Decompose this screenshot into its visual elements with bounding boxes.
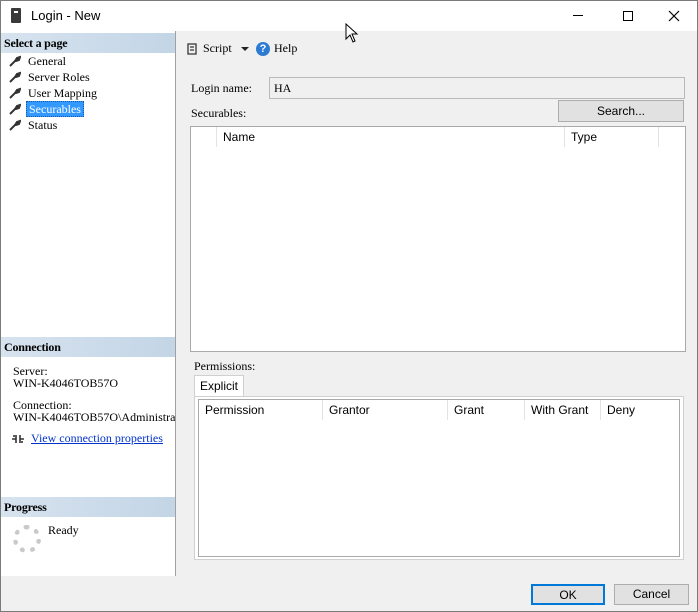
nav-item-label: Server Roles bbox=[28, 70, 90, 84]
nav-item-status[interactable]: Status bbox=[9, 117, 99, 133]
nav-item-label: User Mapping bbox=[28, 86, 97, 100]
column-header-with-grant[interactable]: With Grant bbox=[525, 400, 601, 420]
select-page-header: Select a page bbox=[1, 33, 175, 53]
window-title: Login - New bbox=[31, 8, 101, 23]
connection-header: Connection bbox=[1, 337, 175, 357]
close-button[interactable] bbox=[651, 1, 697, 31]
minimize-icon bbox=[573, 15, 583, 17]
tab-explicit[interactable]: Explicit bbox=[194, 375, 244, 397]
nav-item-server-roles[interactable]: Server Roles bbox=[9, 69, 99, 85]
login-name-field[interactable]: HA bbox=[269, 77, 685, 99]
wrench-icon bbox=[9, 119, 21, 131]
wrench-icon bbox=[9, 71, 21, 83]
nav-item-label: Securables bbox=[26, 101, 84, 117]
permissions-panel: Permission Grantor Grant With Grant Deny bbox=[194, 396, 684, 560]
help-icon: ? bbox=[256, 41, 270, 56]
securables-grid[interactable]: Name Type bbox=[190, 126, 686, 352]
server-value: WIN-K4046TOB57O bbox=[13, 376, 119, 390]
search-button[interactable]: Search... bbox=[558, 100, 684, 122]
progress-header: Progress bbox=[1, 497, 175, 517]
permissions-label: Permissions: bbox=[194, 359, 256, 373]
help-label: Help bbox=[274, 41, 298, 55]
wrench-icon bbox=[9, 55, 21, 67]
wrench-icon bbox=[9, 103, 21, 115]
connection-plug-icon bbox=[12, 434, 24, 443]
nav-item-general[interactable]: General bbox=[9, 53, 99, 69]
column-header-grantor[interactable]: Grantor bbox=[323, 400, 448, 420]
column-header-permission[interactable]: Permission bbox=[199, 400, 323, 420]
nav-item-label: Status bbox=[28, 118, 58, 132]
progress-spinner-icon bbox=[13, 525, 41, 553]
securables-label: Securables: bbox=[191, 106, 247, 120]
dialog-button-bar: OK Cancel bbox=[1, 576, 697, 611]
connection-label: Connection: bbox=[13, 398, 72, 412]
wrench-icon bbox=[9, 87, 21, 99]
connection-value: WIN-K4046TOB57O\Administrato bbox=[13, 411, 175, 423]
ok-button[interactable]: OK bbox=[531, 584, 605, 605]
nav-item-securables[interactable]: Securables bbox=[9, 101, 99, 117]
view-connection-properties-link[interactable]: View connection properties bbox=[31, 431, 163, 446]
login-name-label: Login name: bbox=[191, 81, 252, 95]
left-pane: Select a page General Server Roles User … bbox=[1, 31, 176, 576]
nav-item-user-mapping[interactable]: User Mapping bbox=[9, 85, 99, 101]
script-button[interactable]: Script bbox=[185, 41, 250, 56]
view-connection-properties-row[interactable]: View connection properties bbox=[11, 431, 163, 446]
help-button[interactable]: ? Help bbox=[256, 41, 297, 56]
toolbar: Script ? Help bbox=[177, 31, 697, 65]
permissions-grid[interactable]: Permission Grantor Grant With Grant Deny bbox=[198, 399, 680, 557]
script-icon bbox=[187, 42, 197, 55]
cancel-button[interactable]: Cancel bbox=[614, 584, 689, 605]
script-label: Script bbox=[203, 41, 232, 55]
column-header-deny[interactable]: Deny bbox=[601, 400, 681, 420]
column-header-grant[interactable]: Grant bbox=[448, 400, 525, 420]
nav-item-label: General bbox=[28, 54, 66, 68]
grid-row-header bbox=[191, 127, 217, 147]
column-header-name[interactable]: Name bbox=[217, 127, 565, 147]
maximize-icon bbox=[623, 10, 633, 21]
login-new-dialog: Login - New Select a page General Server… bbox=[0, 0, 698, 612]
close-icon bbox=[668, 10, 680, 22]
minimize-button[interactable] bbox=[555, 1, 601, 31]
app-icon bbox=[11, 8, 21, 23]
chevron-down-icon[interactable] bbox=[240, 45, 250, 53]
page-list: General Server Roles User Mapping Secura… bbox=[9, 53, 99, 133]
maximize-button[interactable] bbox=[605, 1, 651, 31]
progress-status: Ready bbox=[48, 523, 79, 537]
column-header-type[interactable]: Type bbox=[565, 127, 659, 147]
